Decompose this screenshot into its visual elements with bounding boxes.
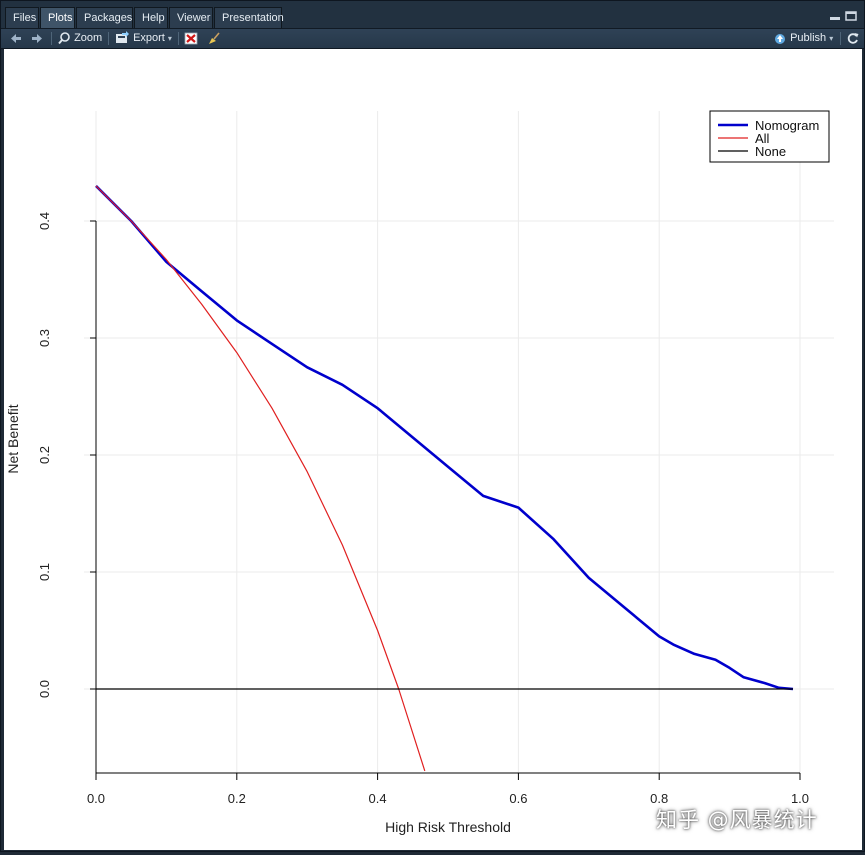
y-tick-label: 0.1 (37, 563, 52, 581)
y-tick-label: 0.2 (37, 446, 52, 464)
grid-lines (84, 111, 834, 773)
broom-icon[interactable] (206, 29, 222, 48)
tab-files[interactable]: Files (5, 7, 39, 28)
rstudio-plots-pane: Files Plots Packages Help Viewer Present… (0, 0, 865, 852)
x-tick-label: 0.4 (369, 791, 387, 806)
y-axis-title: Net Benefit (5, 404, 21, 473)
axes: 0.0 0.2 0.4 0.6 0.8 1.00.00.10.20.30.4 (37, 212, 809, 806)
tab-packages[interactable]: Packages (76, 7, 133, 28)
y-tick-label: 0.0 (37, 680, 52, 698)
chevron-down-icon: ▾ (829, 34, 834, 43)
magnifier-icon (58, 32, 70, 45)
publish-button[interactable]: Publish ▾ (773, 29, 833, 48)
series-line-nomogram (95, 184, 794, 691)
pane-tab-bar: Files Plots Packages Help Viewer Present… (1, 1, 864, 29)
export-label: Export (133, 32, 165, 44)
zoom-label: Zoom (74, 32, 103, 44)
chevron-down-icon: ▾ (167, 34, 172, 43)
tab-plots[interactable]: Plots (40, 7, 75, 28)
export-button[interactable]: Export ▾ (114, 29, 172, 48)
toolbar-separator (178, 32, 179, 45)
tab-help[interactable]: Help (134, 7, 168, 28)
arrow-left-icon[interactable] (9, 29, 23, 48)
minimize-pane-icon[interactable] (829, 11, 841, 21)
plot-viewer: 0.0 0.2 0.4 0.6 0.8 1.0 0.0 0.1 0.2 0.3 0.4 High R… (4, 49, 862, 850)
legend-label: None (755, 144, 786, 159)
series-layer (95, 184, 794, 772)
watermark: 知乎 @风暴统计 (656, 808, 818, 832)
x-tick-label: 0.2 (228, 791, 246, 806)
tab-viewer[interactable]: Viewer (169, 7, 213, 28)
zoom-button[interactable]: Zoom (57, 29, 102, 48)
remove-plot-icon[interactable] (183, 29, 199, 48)
toolbar-separator (108, 32, 109, 45)
decision-curve-chart: 0.0 0.2 0.4 0.6 0.8 1.00.00.10.20.30.4 High R… (5, 110, 834, 835)
y-tick-label: 0.4 (37, 212, 52, 230)
x-tick-label: 0.6 (509, 791, 527, 806)
toolbar-separator (840, 32, 841, 45)
export-icon (116, 31, 129, 43)
arrow-right-icon[interactable] (30, 29, 44, 48)
series-line-all (95, 185, 426, 772)
plots-toolbar: Zoom Export ▾ Publish ▾ (1, 29, 864, 49)
y-tick-label: 0.3 (37, 329, 52, 347)
publish-icon (775, 34, 785, 44)
legend: NomogramAllNone (709, 110, 830, 163)
x-tick-label: 0.0 (87, 791, 105, 806)
tab-presentation[interactable]: Presentation (214, 7, 284, 28)
maximize-pane-icon[interactable] (845, 11, 857, 21)
toolbar-separator (51, 32, 52, 45)
publish-label: Publish (790, 32, 827, 44)
refresh-icon[interactable] (846, 29, 860, 48)
x-axis-title: High Risk Threshold (385, 819, 511, 835)
